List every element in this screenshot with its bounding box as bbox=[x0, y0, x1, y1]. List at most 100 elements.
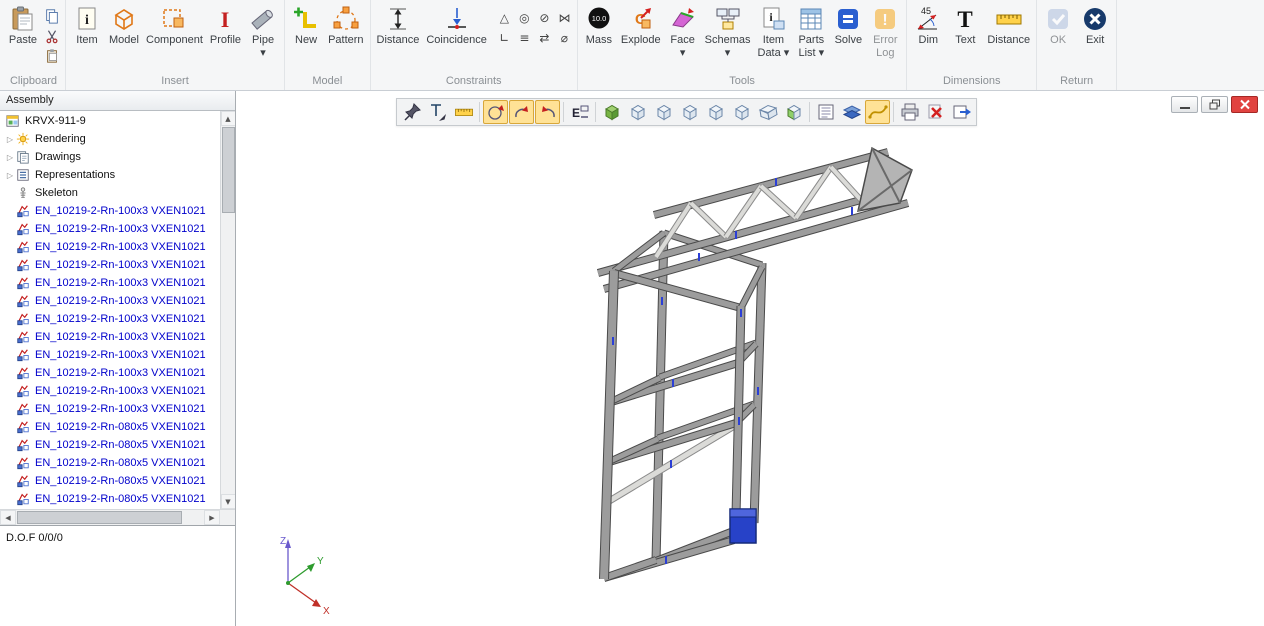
ribbon-groups: PasteClipboardiItemModelComponentIProfil… bbox=[2, 0, 1117, 90]
diameter-constraint-icon[interactable]: ⌀ bbox=[555, 28, 574, 47]
viewport-3d[interactable]: Z Y X E bbox=[236, 91, 1264, 626]
face-button[interactable]: Face ▾ bbox=[665, 3, 701, 60]
tree-item-part[interactable]: EN_10219-2-Rn-100x3 VXEN1021 bbox=[0, 400, 220, 418]
tree-item-label: EN_10219-2-Rn-100x3 VXEN1021 bbox=[35, 241, 206, 253]
toolbar-separator bbox=[479, 102, 480, 122]
ok-button[interactable]: OK bbox=[1040, 3, 1076, 48]
scroll-up-arrow-icon[interactable]: ▲ bbox=[221, 111, 236, 126]
error-log-button[interactable]: !Error Log bbox=[867, 3, 903, 60]
item-button[interactable]: iItem bbox=[69, 3, 105, 48]
tree-item-part[interactable]: EN_10219-2-Rn-100x3 VXEN1021 bbox=[0, 328, 220, 346]
parts-list-button[interactable]: Parts List ▾ bbox=[793, 3, 829, 60]
measure-icon[interactable] bbox=[451, 100, 476, 124]
exit-button[interactable]: Exit bbox=[1077, 3, 1113, 48]
print-icon[interactable] bbox=[897, 100, 922, 124]
restore-button[interactable] bbox=[1201, 96, 1228, 113]
tree-item-rendering[interactable]: ▷Rendering bbox=[0, 130, 220, 148]
view-list-icon[interactable] bbox=[813, 100, 838, 124]
tree-item-part[interactable]: EN_10219-2-Rn-100x3 VXEN1021 bbox=[0, 310, 220, 328]
spline-mode-icon[interactable] bbox=[865, 100, 890, 124]
right-view-icon[interactable] bbox=[703, 100, 728, 124]
face-view-icon[interactable] bbox=[781, 100, 806, 124]
orbit-icon[interactable] bbox=[483, 100, 508, 124]
scroll-thumb[interactable] bbox=[17, 511, 182, 524]
mass-button[interactable]: 10.0Mass bbox=[581, 3, 617, 48]
edge-view-icon[interactable]: E bbox=[567, 100, 592, 124]
tree-item-label: EN_10219-2-Rn-100x3 VXEN1021 bbox=[35, 331, 206, 343]
component-button[interactable]: Component bbox=[143, 3, 206, 48]
scroll-thumb[interactable] bbox=[222, 127, 235, 213]
scroll-right-arrow-icon[interactable]: ▶ bbox=[204, 510, 220, 525]
coincidence-button[interactable]: Coincidence bbox=[423, 3, 490, 48]
profile-button[interactable]: IProfile bbox=[207, 3, 244, 48]
tree-item-part[interactable]: EN_10219-2-Rn-100x3 VXEN1021 bbox=[0, 292, 220, 310]
top-view-icon[interactable] bbox=[729, 100, 754, 124]
close-button[interactable] bbox=[1231, 96, 1258, 113]
tree-vertical-scrollbar[interactable]: ▲ ▼ bbox=[220, 111, 235, 509]
copy-special-button[interactable] bbox=[42, 47, 62, 64]
copy-button[interactable] bbox=[42, 7, 62, 24]
tree-horizontal-scrollbar[interactable]: ◀ ▶ bbox=[0, 509, 235, 525]
pin-icon[interactable] bbox=[399, 100, 424, 124]
cad-application-window: PasteClipboardiItemModelComponentIProfil… bbox=[0, 0, 1264, 626]
distance-button[interactable]: Distance bbox=[984, 3, 1033, 48]
iso-view-icon[interactable] bbox=[599, 100, 624, 124]
swap-constraint-icon[interactable]: ⇄ bbox=[535, 28, 554, 47]
align-view-icon[interactable] bbox=[425, 100, 450, 124]
text-button[interactable]: TText bbox=[947, 3, 983, 48]
distance-button[interactable]: Distance bbox=[374, 3, 423, 48]
tree-item-part[interactable]: EN_10219-2-Rn-080x5 VXEN1021 bbox=[0, 490, 220, 508]
schemas-button[interactable]: Schemas ▾ bbox=[702, 3, 754, 60]
tree-item-part[interactable]: EN_10219-2-Rn-100x3 VXEN1021 bbox=[0, 346, 220, 364]
tree-item-part[interactable]: EN_10219-2-Rn-100x3 VXEN1021 bbox=[0, 364, 220, 382]
left-view-icon[interactable] bbox=[677, 100, 702, 124]
rotate-up-icon[interactable] bbox=[509, 100, 534, 124]
axonometric-view-icon[interactable] bbox=[755, 100, 780, 124]
pattern-button[interactable]: Pattern bbox=[325, 3, 366, 48]
tangent-constraint-icon[interactable]: ⊘ bbox=[535, 8, 554, 27]
model-button[interactable]: Model bbox=[106, 3, 142, 48]
rotate-side-icon[interactable] bbox=[535, 100, 560, 124]
angle-constraint-icon[interactable]: △ bbox=[495, 8, 514, 27]
scroll-track[interactable] bbox=[221, 126, 236, 494]
tree-item-drawings[interactable]: ▷Drawings bbox=[0, 148, 220, 166]
scroll-left-arrow-icon[interactable]: ◀ bbox=[0, 510, 16, 525]
layers-icon[interactable] bbox=[839, 100, 864, 124]
expand-arrow-icon[interactable]: ▷ bbox=[4, 135, 16, 144]
paste-button[interactable]: Paste bbox=[5, 3, 41, 48]
new-button[interactable]: New bbox=[288, 3, 324, 48]
button-label: New bbox=[295, 34, 317, 47]
expand-arrow-icon[interactable]: ▷ bbox=[4, 171, 16, 180]
tree-item-part[interactable]: EN_10219-2-Rn-100x3 VXEN1021 bbox=[0, 274, 220, 292]
perpendicular-constraint-icon[interactable]: ∟ bbox=[495, 28, 514, 47]
tree-item-part[interactable]: EN_10219-2-Rn-080x5 VXEN1021 bbox=[0, 454, 220, 472]
front-view-icon[interactable] bbox=[625, 100, 650, 124]
solve-button[interactable]: Solve bbox=[830, 3, 866, 48]
expand-arrow-icon[interactable]: ▷ bbox=[4, 153, 16, 162]
export-view-icon[interactable] bbox=[949, 100, 974, 124]
parallel-constraint-icon[interactable]: ≡ bbox=[515, 28, 534, 47]
tree-item-part[interactable]: EN_10219-2-Rn-100x3 VXEN1021 bbox=[0, 202, 220, 220]
item-data-button[interactable]: iItem Data ▾ bbox=[755, 3, 793, 60]
delete-view-icon[interactable] bbox=[923, 100, 948, 124]
tree-item-part[interactable]: EN_10219-2-Rn-080x5 VXEN1021 bbox=[0, 436, 220, 454]
back-view-icon[interactable] bbox=[651, 100, 676, 124]
pipe-button[interactable]: Pipe ▾ bbox=[245, 3, 281, 60]
tree-item-root[interactable]: KRVX-911-9 bbox=[0, 112, 220, 130]
scroll-down-arrow-icon[interactable]: ▼ bbox=[221, 494, 236, 509]
tree-item-part[interactable]: EN_10219-2-Rn-080x5 VXEN1021 bbox=[0, 418, 220, 436]
symmetry-constraint-icon[interactable]: ⋈ bbox=[555, 8, 574, 27]
tree-item-part[interactable]: EN_10219-2-Rn-100x3 VXEN1021 bbox=[0, 382, 220, 400]
tree-item-part[interactable]: EN_10219-2-Rn-100x3 VXEN1021 bbox=[0, 220, 220, 238]
tree-item-part[interactable]: EN_10219-2-Rn-080x5 VXEN1021 bbox=[0, 472, 220, 490]
tree-item-part[interactable]: EN_10219-2-Rn-100x3 VXEN1021 bbox=[0, 256, 220, 274]
tree-item-skeleton[interactable]: Skeleton bbox=[0, 184, 220, 202]
concentric-constraint-icon[interactable]: ◎ bbox=[515, 8, 534, 27]
part-icon bbox=[16, 474, 32, 488]
tree-item-representations[interactable]: ▷Representations bbox=[0, 166, 220, 184]
tree-item-part[interactable]: EN_10219-2-Rn-100x3 VXEN1021 bbox=[0, 238, 220, 256]
dim-button[interactable]: 45Dim bbox=[910, 3, 946, 48]
explode-button[interactable]: CExplode bbox=[618, 3, 664, 48]
cut-button[interactable] bbox=[42, 27, 62, 44]
minimize-button[interactable] bbox=[1171, 96, 1198, 113]
